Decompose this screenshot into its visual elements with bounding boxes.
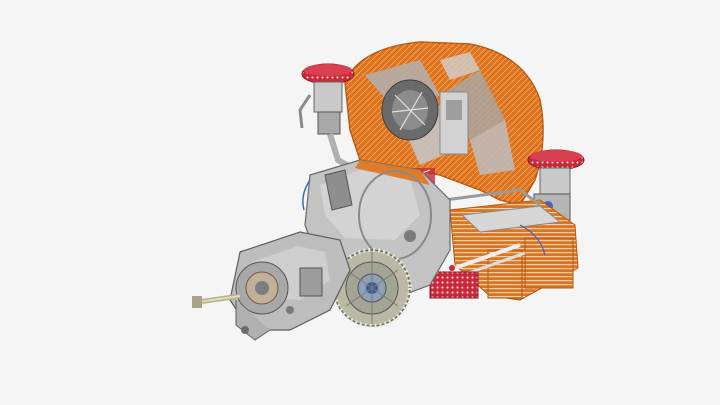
cad-viewport[interactable]	[0, 0, 720, 405]
engine-render	[192, 41, 585, 341]
transaxle	[229, 231, 351, 341]
left-air-filter	[298, 63, 355, 171]
